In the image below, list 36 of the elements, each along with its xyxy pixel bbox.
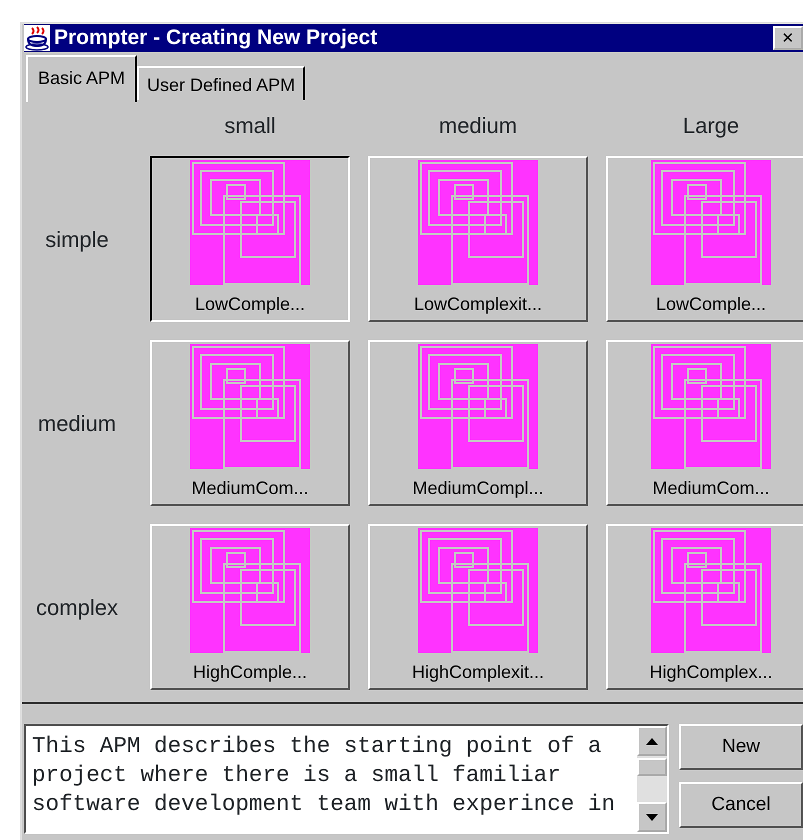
description-line: project where there is a small familiar	[32, 761, 562, 790]
tab[interactable]: User Defined APM	[137, 66, 306, 100]
apm-option-button[interactable]: HighComplex...	[606, 524, 803, 690]
dialog-button[interactable]: New	[679, 724, 803, 770]
apm-option-button[interactable]: LowComple...	[150, 156, 350, 322]
nested-squares-icon	[418, 344, 538, 469]
row-label: simple	[44, 226, 110, 254]
apm-option-button[interactable]: LowComple...	[606, 156, 803, 322]
close-button[interactable]: ✕	[773, 26, 803, 50]
nested-squares-icon	[651, 160, 771, 285]
nested-squares-icon	[190, 160, 310, 285]
window-title: Prompter - Creating New Project	[54, 25, 378, 52]
description-line: This APM describes the starting point of a	[32, 732, 602, 761]
apm-option-button[interactable]: MediumCom...	[606, 340, 803, 506]
apm-option-button[interactable]: HighComple...	[150, 524, 350, 690]
nested-squares-icon	[651, 344, 771, 469]
description-line: software development team with experince in	[32, 790, 616, 819]
apm-option-button[interactable]: HighComplexit...	[368, 524, 588, 690]
dialog-button[interactable]: Cancel	[679, 782, 803, 828]
column-header: small	[223, 114, 277, 138]
nested-squares-icon	[190, 344, 310, 469]
apm-option-button[interactable]: MediumCom...	[150, 340, 350, 506]
apm-option-button[interactable]: MediumCompl...	[368, 340, 588, 506]
description-field[interactable]: This APM describes the starting point of a project where there is a small familiar software development team with experince in	[24, 724, 669, 834]
row-label: medium	[36, 410, 118, 438]
column-header: medium	[438, 114, 518, 138]
tab[interactable]: Basic APM	[26, 55, 138, 102]
nested-squares-icon	[418, 160, 538, 285]
nested-squares-icon	[651, 528, 771, 653]
row-label: complex	[35, 594, 119, 622]
nested-squares-icon	[418, 528, 538, 653]
scrollbar[interactable]	[637, 726, 667, 832]
column-header: Large	[682, 114, 740, 138]
nested-squares-icon	[190, 528, 310, 653]
scrollbar-thumb[interactable]	[637, 758, 667, 776]
apm-option-button[interactable]: LowComplexit...	[368, 156, 588, 322]
